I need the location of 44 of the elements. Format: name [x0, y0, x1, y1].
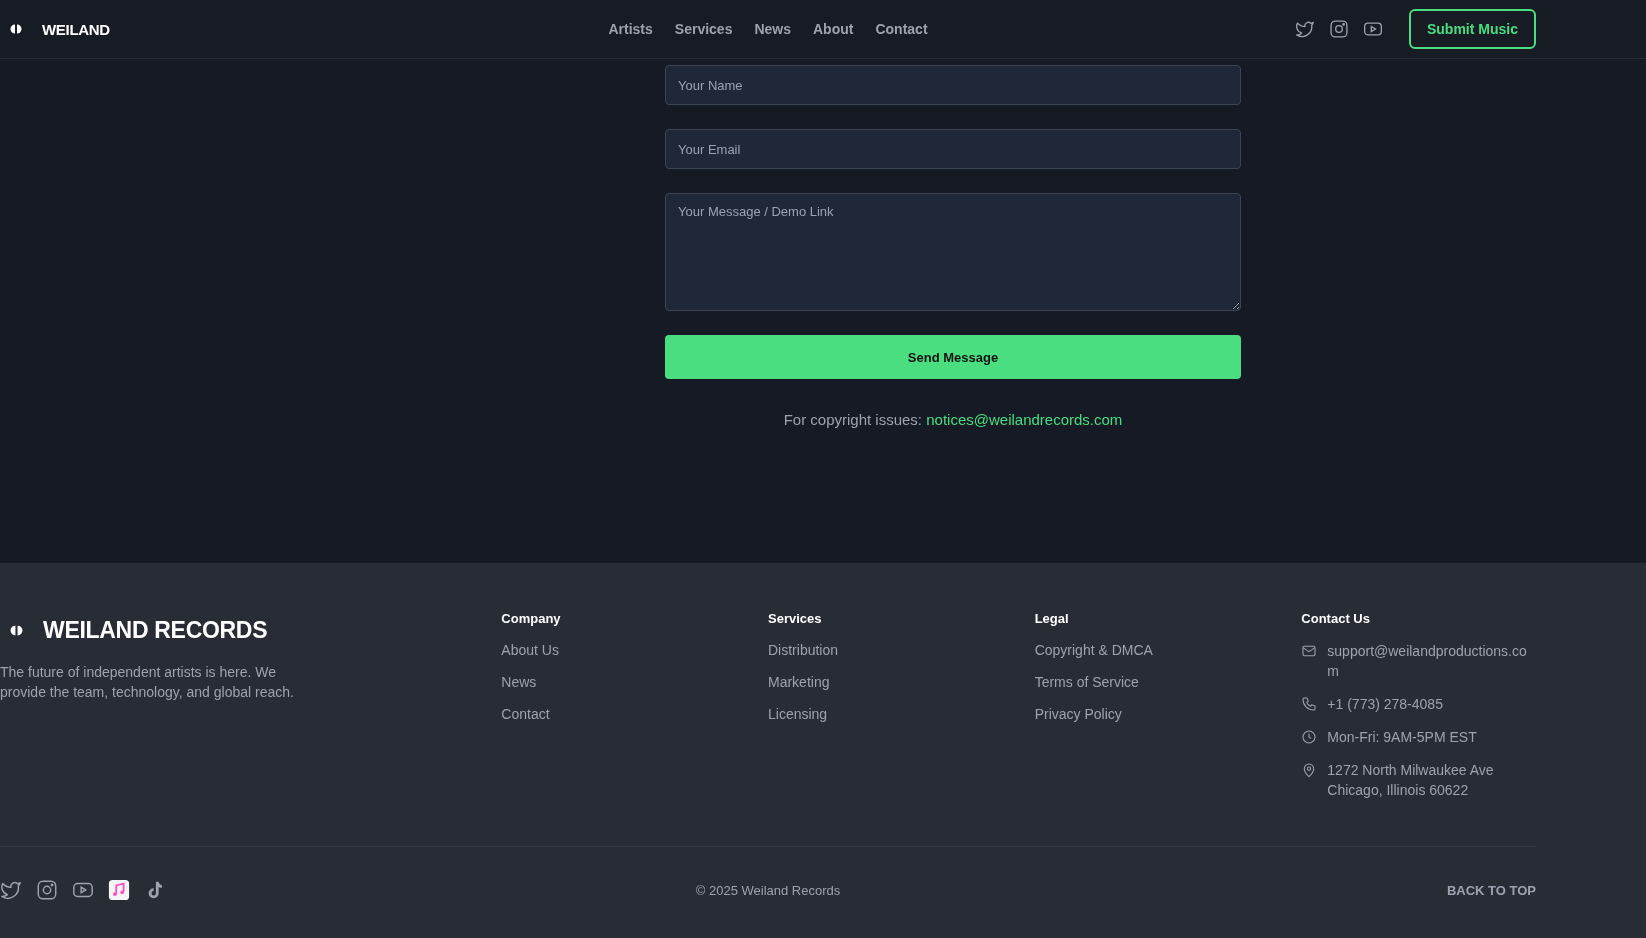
- footer-link[interactable]: Copyright & DMCA: [1034, 641, 1153, 660]
- footer-brand-name: WEILAND RECORDS: [43, 617, 268, 644]
- email-input-field[interactable]: Your Email: [665, 129, 1241, 169]
- back-to-top-link[interactable]: BACK TO TOP: [1446, 882, 1536, 898]
- clock-icon: [1301, 729, 1318, 745]
- copyright-email-link[interactable]: notices@weilandrecords.com: [926, 411, 1123, 428]
- instagram-icon[interactable]: [36, 879, 58, 901]
- name-input-field[interactable]: Your Name: [665, 65, 1241, 105]
- footer-link[interactable]: Terms of Service: [1034, 673, 1139, 692]
- nav-link[interactable]: News: [754, 21, 791, 37]
- logo-icon: [10, 23, 22, 35]
- footer-link[interactable]: Licensing: [768, 705, 828, 724]
- footer-link[interactable]: Contact: [501, 705, 550, 724]
- footer-link[interactable]: Distribution: [768, 641, 839, 660]
- footer-tagline: The future of independent artists is here. We provide the team, technology, and global reach.: [0, 663, 295, 702]
- footer-link[interactable]: Marketing: [768, 673, 830, 692]
- nav-link[interactable]: Contact: [875, 21, 928, 37]
- copyright-notice: © 2025 Weiland Records: [695, 882, 841, 898]
- submit-music-button[interactable]: Submit Music: [1409, 9, 1536, 49]
- logo-wordmark[interactable]: WEILAND: [42, 20, 110, 38]
- footer-link[interactable]: News: [501, 673, 537, 692]
- footer-column-title: Legal: [1034, 611, 1069, 626]
- footer-link[interactable]: Privacy Policy: [1034, 705, 1122, 724]
- copyright-issues-label: For copyright issues:: [783, 411, 923, 428]
- nav-link[interactable]: Services: [674, 21, 733, 37]
- footer-column-title: Services: [768, 611, 822, 626]
- twitter-icon[interactable]: [0, 879, 22, 901]
- contact-detail: +1 (773) 278-4085: [1327, 695, 1444, 714]
- nav-link[interactable]: Artists: [608, 21, 653, 37]
- instagram-icon[interactable]: [1329, 19, 1349, 39]
- contact-detail: Mon-Fri: 9AM-5PM EST: [1327, 728, 1478, 747]
- contact-detail: support@weilandproductions.com: [1327, 642, 1528, 681]
- twitter-icon[interactable]: [1295, 19, 1315, 39]
- contact-detail: 1272 North Milwaukee Ave Chicago, Illinois 60622: [1327, 761, 1495, 800]
- envelope-icon: [1301, 643, 1318, 659]
- footer-column-title: Contact Us: [1301, 611, 1370, 626]
- footer-column-title: Company: [501, 611, 561, 626]
- nav-link[interactable]: About: [813, 21, 854, 37]
- send-message-button[interactable]: Send Message: [665, 335, 1241, 379]
- music-note-icon[interactable]: [108, 879, 130, 901]
- phone-icon: [1301, 696, 1318, 712]
- message-input-field[interactable]: Your Message / Demo Link: [665, 193, 1241, 311]
- logo-icon: [10, 624, 23, 637]
- footer-link[interactable]: About Us: [501, 641, 559, 660]
